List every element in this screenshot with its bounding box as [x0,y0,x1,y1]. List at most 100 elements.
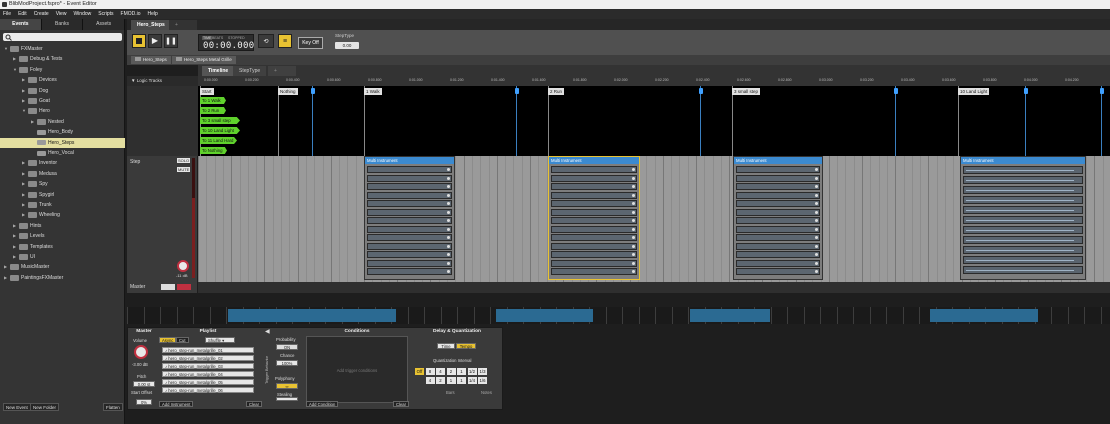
playlist-item[interactable]: ♪ hero_step-run_metalgrille_04 [162,371,254,377]
timeline-ruler[interactable]: 0:00.000 0:00.200 0:00.400 0:00.600 0:00.800… [198,76,1110,86]
playlist-item[interactable]: ♪ hero_step-run_metalgrille_01 [162,347,254,353]
quantization-option[interactable]: 1/3 [478,368,487,375]
cursor-marker[interactable] [514,86,519,156]
instrument-slot[interactable] [736,174,820,182]
instrument-slot[interactable] [736,208,820,216]
tree-item[interactable]: ▼ Foley [0,65,125,75]
destination-marker[interactable]: 2 Run [548,88,565,95]
collapse-icon[interactable]: ▶ [13,242,16,252]
pitch-input[interactable]: 0.00 st [133,381,155,387]
expand-icon[interactable]: ▼ [4,44,8,54]
instrument-slot[interactable] [551,259,637,267]
breadcrumb-item-instrument[interactable]: Hero_Steps Metal Grille [172,56,236,64]
tree-item[interactable]: ▶ Levels [0,231,125,241]
tree-item[interactable]: Hero_Vocal [0,148,125,158]
overview-region[interactable] [930,309,1038,322]
menu-view[interactable]: View [56,9,67,19]
collapse-icon[interactable]: ▶ [22,86,25,96]
collapse-icon[interactable]: ▶ [4,262,7,272]
collapse-icon[interactable]: ▶ [22,75,25,85]
start-offset-input[interactable]: 0% [136,399,152,405]
playlist-clear-button[interactable]: Clear [246,401,263,407]
transition-region[interactable]: To 11 Land Hard [200,137,237,144]
collapse-left-icon[interactable]: ◀ [265,328,270,335]
collapse-icon[interactable]: ▶ [4,273,7,283]
quantization-option[interactable]: 1/2 [467,368,477,375]
tree-item[interactable]: ▶ Devices [0,75,125,85]
tree-item[interactable]: ▶ Goat [0,96,125,106]
multi-instrument[interactable]: Multi Instrument [733,156,823,280]
tree-item[interactable]: ▶ PaintingsFXMaster [0,273,125,283]
overview-region[interactable] [228,309,396,322]
stop-button[interactable] [132,34,146,48]
instrument-slot[interactable] [551,242,637,250]
quantization-option[interactable]: 1/4 [467,377,477,384]
solo-button[interactable]: SOLO [177,158,191,163]
instrument-slot[interactable] [963,256,1083,264]
tab-steptype[interactable]: StepType [233,66,267,76]
playlist-item[interactable]: ♪ hero_step-run_metalgrille_06 [162,387,254,393]
quantization-option[interactable]: 2 [446,368,456,375]
instrument-slot[interactable] [551,200,637,207]
transition-region[interactable]: To Nothing [200,147,227,154]
instrument-slot[interactable] [736,217,820,224]
chance-input[interactable]: 100% [276,360,298,366]
new-event-button[interactable]: New Event [3,403,31,411]
instrument-slot[interactable] [367,166,452,173]
time-mode-time[interactable]: TIME [202,36,213,40]
transition-region[interactable]: To 2 Run [200,107,226,114]
instrument-slot[interactable] [963,166,1083,174]
playlist-item[interactable]: ♪ hero_step-run_metalgrille_02 [162,355,254,361]
instrument-slot[interactable] [963,246,1083,254]
instrument-slot[interactable] [963,216,1083,224]
cursor-marker[interactable] [1023,86,1028,156]
collapse-icon[interactable]: ▶ [22,210,25,220]
instrument-slot[interactable] [736,225,820,233]
async-button[interactable]: Async [159,337,177,343]
destination-marker[interactable]: Nothing [278,88,298,95]
mute-button[interactable]: MUTE [177,167,191,172]
instrument-slot[interactable] [736,242,820,250]
menu-create[interactable]: Create [34,9,49,19]
instrument-slot[interactable] [736,268,820,275]
instrument-slot[interactable] [963,236,1083,244]
cursor-marker[interactable] [310,86,315,156]
tree-item[interactable]: ▶ Wheeling [0,210,125,220]
collapse-icon[interactable]: ▶ [13,54,16,64]
loop-button[interactable]: ⟲ [258,34,274,48]
track-volume-knob[interactable] [177,260,189,272]
instrument-slot[interactable] [367,183,452,190]
expand-icon[interactable]: ▼ [13,65,17,75]
marker-handle-icon[interactable] [1023,88,1028,94]
collapse-icon[interactable]: ▶ [22,190,25,200]
tree-item[interactable]: ▶ Templates [0,242,125,252]
instrument-slot[interactable] [551,225,637,233]
marker-handle-icon[interactable] [893,88,898,94]
instrument-slot[interactable] [367,268,452,275]
tab-timeline[interactable]: Timeline [202,66,235,76]
instrument-slot[interactable] [551,217,637,224]
quantization-option[interactable]: 4 [425,377,435,384]
instrument-slot[interactable] [736,191,820,199]
collapse-icon[interactable]: ▶ [31,117,34,127]
volume-knob[interactable] [134,345,148,359]
tree-item[interactable]: ▶ Hints [0,221,125,231]
collapse-icon[interactable]: ▶ [22,169,25,179]
conditions-area[interactable]: Add trigger conditions [306,336,408,403]
instrument-slot[interactable] [367,208,452,216]
cursor-marker[interactable] [893,86,898,156]
add-parameter-tab[interactable]: + [268,66,296,76]
add-instrument-button[interactable]: Add Instrument [159,401,194,407]
marker-handle-icon[interactable] [1099,88,1104,94]
cursor-marker[interactable] [1099,86,1104,156]
marker-handle-icon[interactable] [310,88,315,94]
tree-item[interactable]: ▶ Debug & Tests [0,54,125,64]
tree-item[interactable]: ▶ Spygirl [0,190,125,200]
quantization-option[interactable]: 2 [436,377,445,384]
stealing-select[interactable] [276,397,298,401]
quantization-option[interactable]: Off [415,368,424,375]
param-value-input[interactable]: 0.00 [335,42,359,49]
new-folder-button[interactable]: New Folder [30,403,60,411]
instrument-slot[interactable] [551,268,637,275]
collapse-icon[interactable]: ▶ [13,221,16,231]
